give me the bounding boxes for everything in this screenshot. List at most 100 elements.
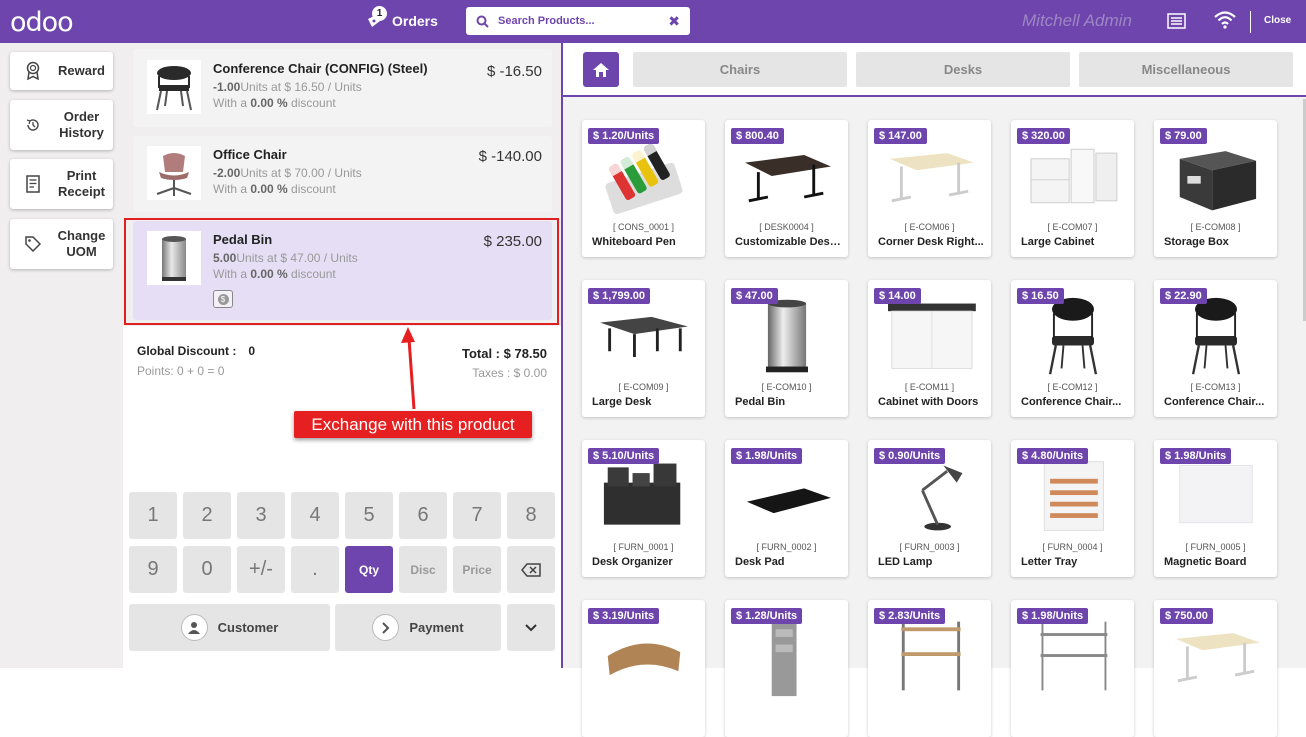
global-discount: Global Discount : 0	[137, 344, 255, 358]
backspace-icon	[521, 562, 541, 577]
product-name: Letter Tray	[1021, 556, 1078, 568]
product-name: Pedal Bin	[735, 396, 786, 408]
product-card[interactable]: $ 1.98/Units	[1011, 600, 1134, 737]
product-card[interactable]: $ 14.00 [ E-COM11 ] Cabinet with Doors	[868, 280, 991, 417]
numpad-key-4[interactable]: 4	[291, 492, 339, 539]
product-reference: [ E-COM08 ]	[1190, 222, 1241, 232]
product-name: Large Desk	[592, 396, 652, 408]
orderline-product-name: Office Chair	[213, 147, 287, 162]
user-icon	[180, 614, 208, 641]
product-price-tag: $ 1.98/Units	[1017, 608, 1089, 624]
product-image	[1043, 461, 1105, 531]
product-card[interactable]: $ 800.40 [ DESK0004 ] Customizable Desk...	[725, 120, 848, 257]
clear-search-icon[interactable]: ✖	[668, 13, 680, 30]
category-chairs[interactable]: Chairs	[633, 52, 847, 87]
odoo-logo: odoo	[10, 7, 74, 38]
annotation-callout: Exchange with this product	[294, 411, 532, 438]
highlight-box	[124, 218, 559, 325]
orderline-price: $ -140.00	[478, 148, 542, 165]
more-options-button[interactable]	[507, 604, 555, 651]
product-reference: [ FURN_0003 ]	[899, 542, 960, 552]
numpad-key-6[interactable]: 6	[399, 492, 447, 539]
product-card[interactable]: $ 1.20/Units [ CONS_0001 ] Whiteboard Pen	[582, 120, 705, 257]
numpad-key-5[interactable]: 5	[345, 492, 393, 539]
product-name: Desk Pad	[735, 556, 785, 568]
numpad-key-7[interactable]: 7	[453, 492, 501, 539]
numpad-key-9[interactable]: 9	[129, 546, 177, 593]
product-card[interactable]: $ 2.83/Units	[868, 600, 991, 737]
product-thumbnail	[147, 60, 201, 114]
numpad-key-decimal[interactable]: .	[291, 546, 339, 593]
mode-qty-button[interactable]: Qty	[345, 546, 393, 593]
product-reference: [ CONS_0001 ]	[612, 222, 675, 232]
product-card[interactable]: $ 147.00 [ E-COM06 ] Corner Desk Right...	[868, 120, 991, 257]
user-name: Mitchell Admin	[1022, 11, 1132, 30]
order-taxes: Taxes : $ 0.00	[472, 366, 547, 380]
numpad-key-plus-minus[interactable]: +/-	[237, 546, 285, 593]
orderline[interactable]: Conference Chair (CONFIG) (Steel) -1.00U…	[133, 49, 552, 127]
orderline-price: $ -16.50	[486, 63, 542, 80]
product-card[interactable]: $ 3.19/Units	[582, 600, 705, 737]
search-bar: ✖	[466, 7, 690, 35]
orders-button[interactable]: 1 Orders	[366, 6, 438, 34]
payment-button[interactable]: Payment	[335, 604, 501, 651]
product-reference: [ E-COM13 ]	[1190, 382, 1241, 392]
product-reference: [ FURN_0002 ]	[756, 542, 817, 552]
product-price-tag: $ 1.20/Units	[588, 128, 660, 144]
orderline-quantity-info: -2.00Units at $ 70.00 / Units	[213, 166, 362, 180]
product-reference: [ E-COM06 ]	[904, 222, 955, 232]
product-card[interactable]: $ 47.00 [ E-COM10 ] Pedal Bin	[725, 280, 848, 417]
product-card[interactable]: $ 750.00	[1154, 600, 1277, 737]
product-card[interactable]: $ 79.00 [ E-COM08 ] Storage Box	[1154, 120, 1277, 257]
change-uom-button[interactable]: Change UOM	[10, 219, 113, 269]
product-price-tag: $ 750.00	[1160, 608, 1213, 624]
mode-disc-button[interactable]: Disc	[399, 546, 447, 593]
orderline[interactable]: Office Chair -2.00Units at $ 70.00 / Uni…	[133, 136, 552, 212]
product-card[interactable]: $ 4.80/Units [ FURN_0004 ] Letter Tray	[1011, 440, 1134, 577]
product-price-tag: $ 1.28/Units	[731, 608, 803, 624]
product-card[interactable]: $ 0.90/Units [ FURN_0003 ] LED Lamp	[868, 440, 991, 577]
product-price-tag: $ 14.00	[874, 288, 921, 304]
product-thumbnail	[147, 146, 201, 200]
product-card[interactable]: $ 1.98/Units [ FURN_0005 ] Magnetic Board	[1154, 440, 1277, 577]
product-name: Desk Organizer	[592, 556, 673, 568]
close-button[interactable]: Close	[1264, 15, 1291, 26]
category-desks[interactable]: Desks	[856, 52, 1070, 87]
product-image	[600, 316, 688, 357]
product-price-tag: $ 79.00	[1160, 128, 1207, 144]
cashier-receipt-icon[interactable]	[1167, 13, 1186, 29]
print-receipt-button[interactable]: Print Receipt	[10, 159, 113, 209]
history-icon	[22, 117, 44, 133]
numpad-key-0[interactable]: 0	[183, 546, 231, 593]
customer-button[interactable]: Customer	[129, 604, 330, 651]
product-card[interactable]: $ 16.50 [ E-COM12 ] Conference Chair...	[1011, 280, 1134, 417]
orderline-product-name: Conference Chair (CONFIG) (Steel)	[213, 61, 428, 76]
product-price-tag: $ 2.83/Units	[874, 608, 946, 624]
home-category-button[interactable]	[583, 52, 619, 87]
mode-price-button[interactable]: Price	[453, 546, 501, 593]
reward-button[interactable]: Reward	[10, 52, 113, 90]
product-card[interactable]: $ 22.90 [ E-COM13 ] Conference Chair...	[1154, 280, 1277, 417]
orderline-quantity-info: -1.00Units at $ 16.50 / Units	[213, 80, 362, 94]
product-price-tag: $ 5.10/Units	[588, 448, 660, 464]
category-miscellaneous[interactable]: Miscellaneous	[1079, 52, 1293, 87]
product-image	[745, 155, 831, 203]
product-card[interactable]: $ 320.00 [ E-COM07 ] Large Cabinet	[1011, 120, 1134, 257]
ticket-icon: 1	[366, 6, 387, 30]
numpad-key-2[interactable]: 2	[183, 492, 231, 539]
backspace-button[interactable]	[507, 546, 555, 593]
product-card[interactable]: $ 5.10/Units [ FURN_0001 ] Desk Organizer	[582, 440, 705, 577]
search-input[interactable]	[498, 15, 669, 27]
receipt-icon	[22, 175, 44, 193]
product-card[interactable]: $ 1.98/Units [ FURN_0002 ] Desk Pad	[725, 440, 848, 577]
product-card[interactable]: $ 1,799.00 [ E-COM09 ] Large Desk	[582, 280, 705, 417]
product-image	[921, 465, 963, 531]
product-image	[888, 303, 976, 369]
numpad-key-1[interactable]: 1	[129, 492, 177, 539]
numpad-key-3[interactable]: 3	[237, 492, 285, 539]
numpad-key-8[interactable]: 8	[507, 492, 555, 539]
product-price-tag: $ 320.00	[1017, 128, 1070, 144]
order-history-button[interactable]: Order History	[10, 100, 113, 150]
product-name: Corner Desk Right...	[878, 236, 984, 248]
product-card[interactable]: $ 1.28/Units	[725, 600, 848, 737]
